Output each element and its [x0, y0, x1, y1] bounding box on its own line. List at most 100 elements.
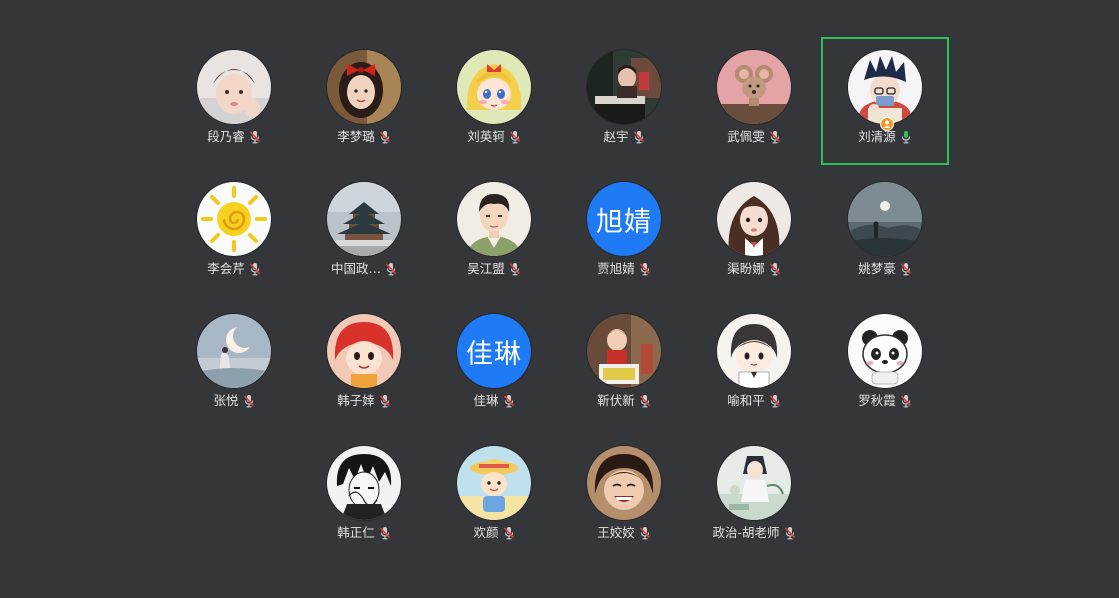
participant-tile[interactable]: 中国政… [300, 169, 428, 297]
participant-name: 赵宇 [603, 129, 629, 144]
participant-namebar: 靳伏新 [560, 393, 688, 409]
participant-namebar: 吴江盟 [430, 261, 558, 277]
avatar-manga-sketch [327, 446, 401, 520]
participant-name: 韩子婞 [337, 393, 375, 408]
avatar-photo-girl [717, 182, 791, 256]
participant-name: 韩正仁 [337, 525, 375, 540]
participant-namebar: 李梦璐 [300, 129, 428, 145]
mic-muted-icon [639, 263, 650, 276]
mic-muted-icon [769, 131, 780, 144]
mic-muted-icon [509, 131, 520, 144]
participant-namebar: 张悦 [170, 393, 298, 409]
participant-tile[interactable]: 李会芹 [170, 169, 298, 297]
participant-namebar: 姚梦豪 [821, 261, 949, 277]
participant-name: 吴江盟 [467, 261, 505, 276]
participant-namebar: 韩子婞 [300, 393, 428, 409]
participant-tile[interactable]: 吴江盟 [430, 169, 558, 297]
participant-name: 中国政… [330, 261, 381, 276]
participant-tile[interactable]: 罗秋霞 [821, 301, 949, 429]
participant-name: 武佩雯 [727, 129, 765, 144]
participant-namebar: 武佩雯 [690, 129, 818, 145]
mic-muted-icon [639, 395, 650, 408]
avatar-text: 佳琳 [457, 314, 531, 388]
participant-name: 刘清源 [858, 129, 896, 144]
participant-namebar: 欢颜 [430, 525, 558, 541]
participant-name: 欢颜 [473, 525, 499, 540]
avatar-panda [848, 314, 922, 388]
avatar-photo-kid [587, 314, 661, 388]
participant-gallery: 段乃睿 李梦璐 刘英轲 赵宇 武佩雯 刘清源 李会芹 中国政… 吴江盟 旭婧 贾旭婧 渠盼娜 姚梦豪 张悦… [0, 0, 1119, 598]
participant-namebar: 王姣姣 [560, 525, 688, 541]
mic-muted-icon [900, 395, 911, 408]
mic-muted-icon [639, 527, 650, 540]
participant-tile[interactable]: 李梦璐 [300, 37, 428, 165]
avatar-cartoon-chibi [717, 314, 791, 388]
participant-namebar: 贾旭婧 [560, 261, 688, 277]
participant-name: 渠盼娜 [727, 261, 765, 276]
participant-tile[interactable]: 段乃睿 [170, 37, 298, 165]
participant-namebar: 政治-胡老师 [690, 525, 818, 541]
avatar-photo-piano [587, 50, 661, 124]
avatar-sun [197, 182, 271, 256]
participant-tile[interactable]: 渠盼娜 [690, 169, 818, 297]
participant-tile[interactable]: 韩子婞 [300, 301, 428, 429]
mic-muted-icon [379, 395, 390, 408]
participant-name: 王姣姣 [597, 525, 635, 540]
participant-tile[interactable]: 王姣姣 [560, 433, 688, 561]
participant-namebar: 佳琳 [430, 393, 558, 409]
participant-tile[interactable]: 姚梦豪 [821, 169, 949, 297]
avatar-temple [327, 182, 401, 256]
participant-namebar: 渠盼娜 [690, 261, 818, 277]
participant-tile[interactable]: 旭婧 贾旭婧 [560, 169, 688, 297]
avatar-photo-girl-red-bow [327, 50, 401, 124]
participant-name: 喻和平 [727, 393, 765, 408]
participant-namebar: 韩正仁 [300, 525, 428, 541]
avatar-photo-smile-kid [587, 446, 661, 520]
participant-name: 罗秋霞 [858, 393, 896, 408]
participant-tile[interactable]: 佳琳 佳琳 [430, 301, 558, 429]
participant-tile[interactable]: 刘清源 [821, 37, 949, 165]
participant-name: 刘英轲 [467, 129, 505, 144]
participant-name: 张悦 [213, 393, 239, 408]
mic-muted-icon [249, 131, 260, 144]
participant-namebar: 喻和平 [690, 393, 818, 409]
avatar-watercolor-girl [717, 446, 791, 520]
participant-name: 靳伏新 [597, 393, 635, 408]
mic-muted-icon [385, 263, 397, 276]
avatar-cartoon-red-hair [327, 314, 401, 388]
participant-tile[interactable]: 欢颜 [430, 433, 558, 561]
avatar-cartoon-boy [848, 50, 922, 124]
avatar-cartoon-man [457, 182, 531, 256]
participant-tile[interactable]: 刘英轲 [430, 37, 558, 165]
participant-tile[interactable]: 喻和平 [690, 301, 818, 429]
participant-tile[interactable]: 张悦 [170, 301, 298, 429]
participant-tile[interactable]: 武佩雯 [690, 37, 818, 165]
participant-tile[interactable]: 韩正仁 [300, 433, 428, 561]
participant-tile[interactable]: 靳伏新 [560, 301, 688, 429]
participant-namebar: 段乃睿 [170, 129, 298, 145]
participant-name: 李梦璐 [337, 129, 375, 144]
participant-namebar: 赵宇 [560, 129, 688, 145]
mic-muted-icon [633, 131, 644, 144]
mic-muted-icon [769, 395, 780, 408]
mic-muted-icon [249, 263, 260, 276]
avatar-text: 旭婧 [587, 182, 661, 256]
avatar-cartoon-blonde-girl [457, 50, 531, 124]
participant-namebar: 罗秋霞 [821, 393, 949, 409]
participant-namebar: 李会芹 [170, 261, 298, 277]
participant-tile[interactable]: 政治-胡老师 [690, 433, 818, 561]
mic-muted-icon [503, 395, 514, 408]
mic-muted-icon [509, 263, 520, 276]
mic-muted-icon [243, 395, 254, 408]
participant-name: 李会芹 [207, 261, 245, 276]
mic-muted-icon [900, 263, 911, 276]
mic-muted-icon [769, 263, 780, 276]
participant-namebar: 刘清源 [823, 129, 947, 145]
avatar-photo-baby [197, 50, 271, 124]
mic-active-icon [901, 131, 910, 144]
mic-muted-icon [503, 527, 514, 540]
participant-namebar: 刘英轲 [430, 129, 558, 145]
participant-namebar: 中国政… [300, 261, 428, 277]
mic-muted-icon [784, 527, 795, 540]
participant-tile[interactable]: 赵宇 [560, 37, 688, 165]
